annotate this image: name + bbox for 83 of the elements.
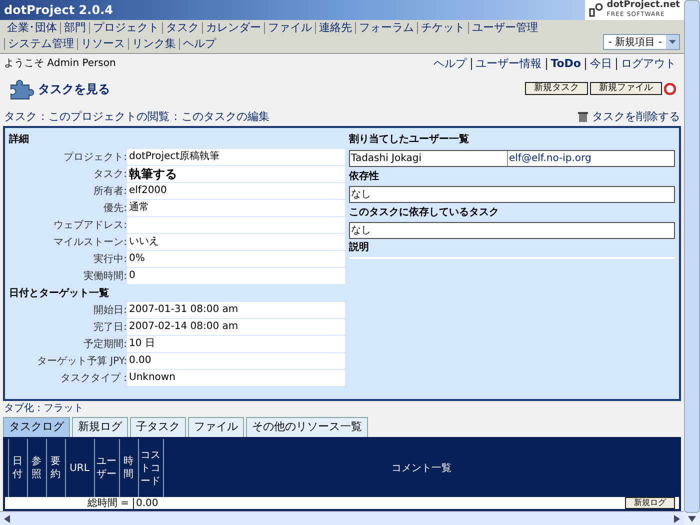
field-value: 2007-02-14 08:00 am bbox=[127, 318, 345, 336]
field-value: 2007-01-31 08:00 am bbox=[127, 302, 345, 319]
user-link[interactable]: 今日 bbox=[585, 58, 616, 70]
field-value: 0 bbox=[127, 268, 345, 285]
nav-link[interactable]: ヘルプ bbox=[179, 38, 219, 50]
tab-mode-text: タブ化 : フラット bbox=[3, 402, 85, 416]
field-value: 通常 bbox=[127, 200, 345, 217]
field-value: Unknown bbox=[127, 370, 345, 387]
page-title: タスクを見る bbox=[38, 80, 110, 98]
header-button[interactable]: 新規タスク bbox=[525, 82, 588, 96]
field-value: 執筆する bbox=[127, 166, 345, 183]
nav-link[interactable]: システム管理 bbox=[4, 38, 77, 50]
header-button[interactable]: 新規ファイル bbox=[590, 82, 662, 96]
horizontal-scrollbar[interactable] bbox=[0, 511, 684, 525]
field-label: タスク: bbox=[92, 168, 127, 182]
field-label: タスクタイプ : bbox=[59, 372, 127, 386]
field-label: 開始日: bbox=[92, 304, 127, 318]
field-label: ターゲット予算 JPY: bbox=[36, 354, 127, 369]
nav-link[interactable]: タスク bbox=[162, 22, 202, 34]
field-value: 0.00 bbox=[127, 352, 345, 370]
nav-link[interactable]: ユーザー管理 bbox=[468, 22, 541, 34]
vertical-scrollbar[interactable] bbox=[684, 0, 700, 525]
field-label: 予定期間: bbox=[82, 338, 127, 352]
nav-link[interactable]: リソース bbox=[77, 38, 128, 50]
assignee-email: elf@elf.no-ip.org bbox=[508, 152, 592, 166]
app-title: dotProject 2.0.4 bbox=[4, 2, 113, 19]
dependents-value: なし bbox=[349, 222, 675, 239]
tab[interactable]: 子タスク bbox=[130, 417, 186, 438]
tab[interactable]: タスクログ bbox=[3, 417, 70, 438]
user-link[interactable]: ユーザー情報 bbox=[470, 58, 546, 70]
assignee-name: Tadashi Jokagi bbox=[350, 150, 508, 166]
breadcrumb-link[interactable]: このタスクの編集 bbox=[181, 108, 270, 126]
new-log-button[interactable]: 新規ログ bbox=[625, 497, 675, 510]
field-label: 実行中: bbox=[92, 252, 127, 267]
dependencies-value: なし bbox=[349, 186, 675, 203]
section-heading: 説明 bbox=[349, 240, 370, 255]
breadcrumb-link[interactable]: このプロジェクトの閲覧 bbox=[48, 108, 170, 126]
field-label: 実働時間: bbox=[82, 270, 127, 284]
breadcrumb-separator: : bbox=[172, 108, 178, 125]
field-value: elf2000 bbox=[127, 182, 345, 200]
tab[interactable]: ファイル bbox=[188, 417, 244, 438]
nav-link[interactable]: チケット bbox=[417, 22, 468, 34]
breadcrumb-separator: : bbox=[40, 108, 46, 125]
nav-link[interactable]: 企業･団体 bbox=[4, 22, 60, 34]
field-value: いいえ bbox=[127, 234, 345, 251]
field-label: プロジェクト: bbox=[62, 150, 127, 165]
total-value: 0.00 bbox=[133, 498, 158, 509]
section-heading: このタスクに依存しているタスク bbox=[349, 206, 500, 220]
field-label: 優先: bbox=[102, 202, 127, 216]
user-link[interactable]: ログアウト bbox=[616, 58, 680, 70]
scroll-left-icon[interactable] bbox=[4, 514, 10, 523]
nav-link[interactable]: プロジェクト bbox=[89, 22, 162, 34]
nav-link[interactable]: 連絡先 bbox=[315, 22, 355, 34]
trash-icon bbox=[578, 110, 588, 123]
delete-task-link[interactable]: タスクを削除する bbox=[592, 108, 680, 126]
scroll-right-icon[interactable] bbox=[674, 514, 680, 523]
scroll-down-icon[interactable] bbox=[688, 516, 696, 522]
logo-icon bbox=[588, 3, 603, 17]
field-value: dotProject原稿執筆 bbox=[127, 148, 345, 166]
field-label: ウェブアドレス: bbox=[52, 218, 127, 233]
field-value: 0% bbox=[127, 250, 345, 268]
field-label: 完了日: bbox=[92, 320, 127, 335]
nav-link[interactable]: 部門 bbox=[60, 22, 89, 34]
total-label: 総時間 = bbox=[86, 498, 130, 509]
welcome-text: ようこそ Admin Person bbox=[4, 57, 116, 72]
breadcrumb-link[interactable]: タスク bbox=[4, 108, 37, 126]
nav-link[interactable]: ファイル bbox=[264, 22, 315, 34]
section-heading: 依存性 bbox=[349, 170, 380, 184]
field-label: マイルストーン: bbox=[52, 236, 127, 250]
field-label: 所有者: bbox=[92, 184, 127, 199]
new-item-select[interactable]: - 新規項目 - bbox=[603, 34, 680, 50]
section-heading: 日付とターゲット一覧 bbox=[9, 286, 110, 301]
user-link[interactable]: ヘルプ bbox=[430, 58, 471, 70]
user-link[interactable]: ToDo bbox=[546, 58, 585, 70]
tab[interactable]: 新規ログ bbox=[72, 417, 128, 438]
nav-link[interactable]: リンク集 bbox=[128, 38, 179, 50]
field-value: 10 日 bbox=[127, 336, 345, 353]
nav-link[interactable]: フォーラム bbox=[355, 22, 417, 34]
section-heading: 割り当てしたユーザー一覧 bbox=[349, 132, 470, 147]
tab[interactable]: その他のリソース一覧 bbox=[246, 417, 368, 438]
nav-link[interactable]: カレンダー bbox=[202, 22, 264, 34]
lifebuoy-icon[interactable] bbox=[664, 82, 676, 95]
section-heading: 詳細 bbox=[9, 132, 30, 147]
